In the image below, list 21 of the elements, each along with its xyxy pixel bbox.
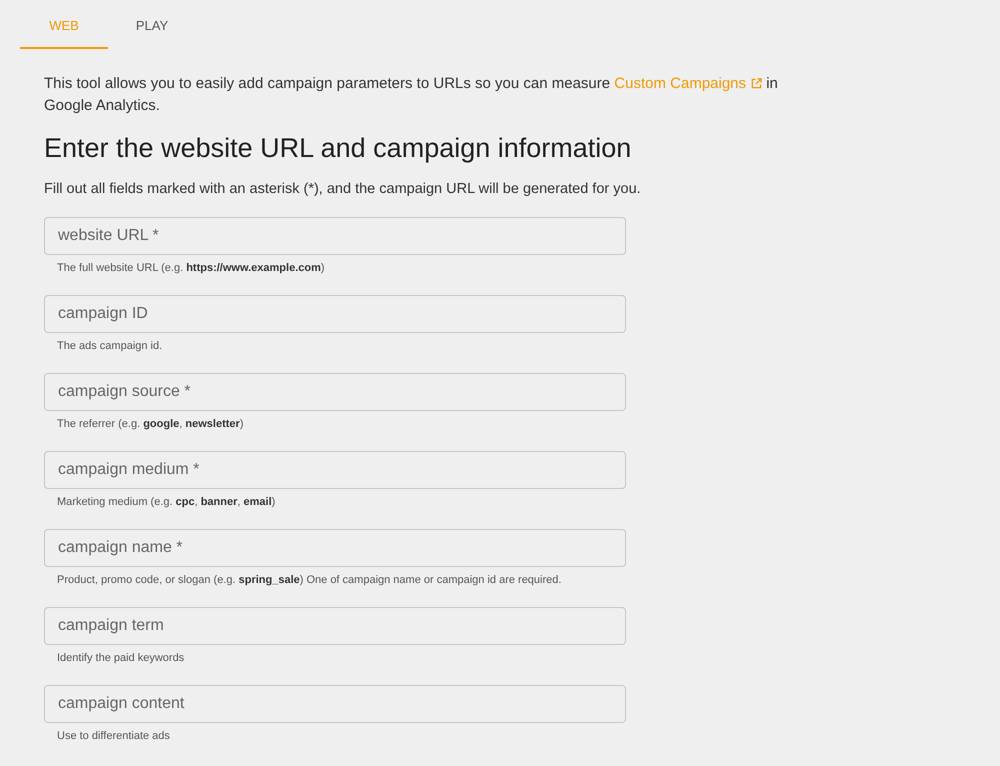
helper-text: The referrer (e.g. google, newsletter) bbox=[57, 418, 244, 431]
external-link-icon bbox=[751, 78, 762, 89]
helper-text: The full website URL (e.g. https://www.example.com) bbox=[57, 262, 325, 275]
tab[interactable]: WEB bbox=[20, 0, 108, 49]
text-field[interactable]: campaign term bbox=[44, 607, 626, 645]
helper-text: Use to differentiate ads bbox=[57, 730, 170, 743]
tab[interactable]: PLAY bbox=[108, 0, 196, 49]
text-field[interactable]: website URL * bbox=[44, 217, 626, 255]
helper-text: The ads campaign id. bbox=[57, 340, 162, 353]
custom-campaigns-link[interactable]: Custom Campaigns bbox=[614, 75, 762, 92]
text-field[interactable]: campaign ID bbox=[44, 295, 626, 333]
text-field[interactable]: campaign name * bbox=[44, 529, 626, 567]
text-field[interactable]: campaign medium * bbox=[44, 451, 626, 489]
helper-text: Marketing medium (e.g. cpc, banner, email) bbox=[57, 496, 276, 509]
instructions-text: Fill out all fields marked with an asterisk (*), and the campaign URL will be generated for you. bbox=[44, 180, 641, 199]
helper-text: Product, promo code, or slogan (e.g. spring_sale) One of campaign name or campaign id are required. bbox=[57, 574, 562, 587]
text-field[interactable]: campaign content bbox=[44, 685, 626, 723]
page-heading: Enter the website URL and campaign information bbox=[44, 132, 632, 165]
helper-text: Identify the paid keywords bbox=[57, 652, 184, 665]
text-field[interactable]: campaign source * bbox=[44, 373, 626, 411]
intro-paragraph: This tool allows you to easily add campaign parameters to URLs so you can measure Custom Campaigns in Google Analytics. bbox=[44, 74, 779, 116]
